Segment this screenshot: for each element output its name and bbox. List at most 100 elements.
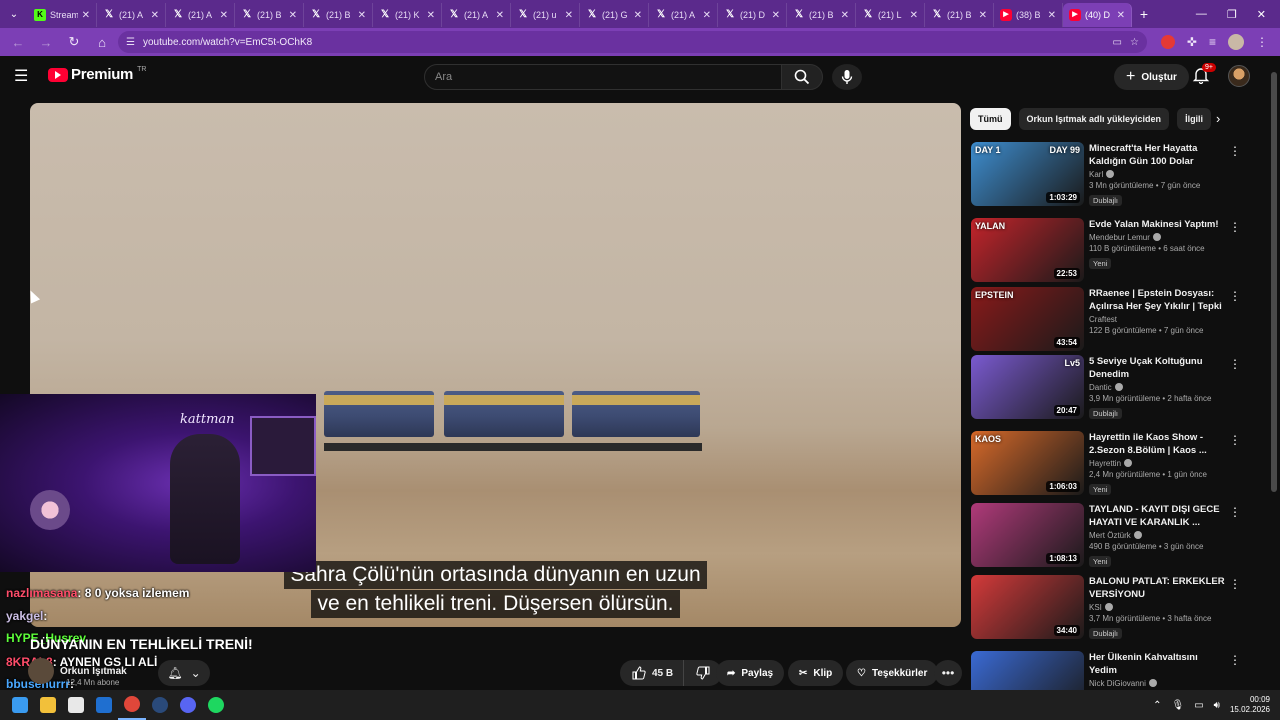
browser-tab[interactable]: 𝕏 (21) A ✕ <box>442 3 511 27</box>
browser-tab[interactable]: ▶ (38) B ✕ <box>994 3 1063 27</box>
browser-tab[interactable]: 𝕏 (21) D ✕ <box>718 3 787 27</box>
new-tab-button[interactable]: + <box>1132 6 1156 22</box>
browser-tab[interactable]: ▶ (40) D ✕ <box>1063 3 1132 27</box>
browser-tab[interactable]: 𝕏 (21) B ✕ <box>235 3 304 27</box>
chevron-right-icon[interactable]: › <box>1216 111 1220 126</box>
close-tab-icon[interactable]: ✕ <box>427 10 435 21</box>
close-tab-icon[interactable]: ✕ <box>841 10 849 21</box>
video-title[interactable]: Minecraft'ta Her Hayatta Kaldığın Gün 10… <box>1089 142 1227 168</box>
close-tab-icon[interactable]: ✕ <box>220 10 228 21</box>
taskbar-outlook-icon[interactable] <box>90 690 118 720</box>
page-scrollbar[interactable] <box>1270 60 1278 688</box>
taskbar-chrome-icon[interactable] <box>118 690 146 720</box>
channel-name[interactable]: KSI <box>1089 603 1102 612</box>
recommended-video[interactable]: EPSTEIN 43:54 RRaenee | Epstein Dosyası: A… <box>971 287 1251 353</box>
browser-tab[interactable]: 𝕏 (21) A ✕ <box>97 3 166 27</box>
video-thumbnail[interactable]: Lv5 20:47 <box>971 355 1084 419</box>
browser-tab[interactable]: 𝕏 (21) B ✕ <box>787 3 856 27</box>
more-vertical-icon[interactable]: ⋮ <box>1229 433 1241 447</box>
close-tab-icon[interactable]: ✕ <box>496 10 504 21</box>
close-window-icon[interactable]: ✕ <box>1257 8 1266 21</box>
channel-name[interactable]: Mendebur Lemur <box>1089 233 1150 242</box>
recommended-video[interactable]: Lv5 20:47 5 Seviye Uçak Koltuğunu Denedim D… <box>971 355 1251 421</box>
close-tab-icon[interactable]: ✕ <box>151 10 159 21</box>
recommended-video[interactable]: KAOS 1:06:03 Hayrettin ile Kaos Show - 2.S… <box>971 431 1251 497</box>
scrollbar-thumb[interactable] <box>1271 72 1277 492</box>
more-actions-button[interactable]: ••• <box>934 660 962 686</box>
channel-name[interactable]: Hayrettin <box>1089 459 1121 468</box>
recommended-video[interactable]: DAY 1 DAY 99 1:03:29 Minecraft'ta Her Hayat… <box>971 142 1251 208</box>
close-tab-icon[interactable]: ✕ <box>772 10 780 21</box>
browser-tab[interactable]: 𝕏 (21) B ✕ <box>925 3 994 27</box>
channel-name[interactable]: Karl <box>1089 170 1103 179</box>
browser-tab[interactable]: 𝕏 (21) u ✕ <box>511 3 580 27</box>
search-input[interactable]: Ara <box>424 64 782 90</box>
channel-name[interactable]: Mert Öztürk <box>1089 531 1131 540</box>
chip-from-uploader[interactable]: Orkun Işıtmak adlı yükleyiciden <box>1018 108 1170 130</box>
browser-tab[interactable]: K Stream ✕ <box>28 3 97 27</box>
voice-search-button[interactable] <box>832 64 862 90</box>
reload-button[interactable]: ↻ <box>62 30 86 54</box>
recommended-video[interactable]: YALAN 22:53 Evde Yalan Makinesi Yaptım! Men… <box>971 218 1251 284</box>
recommended-video[interactable]: 34:40 BALONU PATLAT: ERKEKLER VERSİYONU KS… <box>971 575 1251 641</box>
video-thumbnail[interactable]: 34:40 <box>971 575 1084 639</box>
close-tab-icon[interactable]: ✕ <box>358 10 366 21</box>
more-vertical-icon[interactable]: ⋮ <box>1229 220 1241 234</box>
channel-avatar[interactable] <box>28 658 54 684</box>
recommended-video[interactable]: 1:08:13 TAYLAND - KAYIT DIŞI GECE HAYATI … <box>971 503 1251 569</box>
home-button[interactable]: ⌂ <box>90 30 114 54</box>
taskbar-store-icon[interactable] <box>62 690 90 720</box>
minimize-icon[interactable]: — <box>1196 8 1207 21</box>
video-title[interactable]: Evde Yalan Makinesi Yaptım! <box>1089 218 1227 231</box>
close-tab-icon[interactable]: ✕ <box>82 10 90 21</box>
site-info-icon[interactable]: ☰ <box>126 37 135 48</box>
video-thumbnail[interactable]: YALAN 22:53 <box>971 218 1084 282</box>
chip-related[interactable]: İlgili <box>1177 108 1212 130</box>
network-icon[interactable]: ▭ <box>1194 700 1203 711</box>
profile-avatar[interactable] <box>1228 34 1244 50</box>
close-tab-icon[interactable]: ✕ <box>289 10 297 21</box>
forward-button[interactable]: → <box>34 30 58 54</box>
address-bar[interactable]: ☰ youtube.com/watch?v=EmC5t-OChK8 ▭ ☆ <box>118 31 1147 53</box>
browser-tab[interactable]: 𝕏 (21) G ✕ <box>580 3 649 27</box>
more-vertical-icon[interactable]: ⋮ <box>1229 653 1241 667</box>
clock[interactable]: 00:09 15.02.2026 <box>1230 695 1270 715</box>
video-title[interactable]: Hayrettin ile Kaos Show - 2.Sezon 8.Bölü… <box>1089 431 1227 457</box>
close-tab-icon[interactable]: ✕ <box>703 10 711 21</box>
close-tab-icon[interactable]: ✕ <box>1117 10 1125 21</box>
video-thumbnail[interactable]: EPSTEIN 43:54 <box>971 287 1084 351</box>
tray-chevron-icon[interactable]: ⌃ <box>1153 700 1161 711</box>
taskbar-steam-icon[interactable] <box>146 690 174 720</box>
video-thumbnail[interactable]: KAOS 1:06:03 <box>971 431 1084 495</box>
tab-search-button[interactable]: ⌄ <box>0 0 28 28</box>
extension-icon[interactable] <box>1160 35 1175 49</box>
more-vertical-icon[interactable]: ⋮ <box>1229 577 1241 591</box>
channel-name[interactable]: Orkun Işıtmak <box>60 666 127 677</box>
close-tab-icon[interactable]: ✕ <box>979 10 987 21</box>
video-title[interactable]: BALONU PATLAT: ERKEKLER VERSİYONU <box>1089 575 1227 601</box>
browser-menu-icon[interactable]: ⋮ <box>1256 35 1268 49</box>
create-button[interactable]: + Oluştur <box>1114 64 1189 90</box>
account-avatar[interactable] <box>1228 65 1250 87</box>
channel-name[interactable]: Craftest <box>1089 315 1117 324</box>
youtube-premium-logo[interactable]: Premium TR <box>48 66 146 83</box>
browser-tab[interactable]: 𝕏 (21) K ✕ <box>373 3 442 27</box>
hamburger-menu-icon[interactable]: ☰ <box>14 66 34 86</box>
chip-all[interactable]: Tümü <box>970 108 1011 130</box>
video-title[interactable]: RRaenee | Epstein Dosyası: Açılırsa Her … <box>1089 287 1227 313</box>
notifications-button[interactable]: 9+ <box>1192 63 1216 86</box>
back-button[interactable]: ← <box>6 30 30 54</box>
taskbar-windows-icon[interactable] <box>6 690 34 720</box>
taskbar-spotify-icon[interactable] <box>202 690 230 720</box>
video-title[interactable]: 5 Seviye Uçak Koltuğunu Denedim <box>1089 355 1227 381</box>
subscription-bell-button[interactable]: 🔔︎ ⌄ <box>158 660 210 686</box>
clip-button[interactable]: ✂ Klip <box>788 660 844 686</box>
extensions-puzzle-icon[interactable]: ✜ <box>1187 35 1197 49</box>
more-vertical-icon[interactable]: ⋮ <box>1229 505 1241 519</box>
close-tab-icon[interactable]: ✕ <box>634 10 642 21</box>
browser-tab[interactable]: 𝕏 (21) L ✕ <box>856 3 925 27</box>
like-button[interactable]: 45 B <box>620 660 685 686</box>
close-tab-icon[interactable]: ✕ <box>1048 10 1056 21</box>
browser-tab[interactable]: 𝕏 (21) B ✕ <box>304 3 373 27</box>
close-tab-icon[interactable]: ✕ <box>910 10 918 21</box>
